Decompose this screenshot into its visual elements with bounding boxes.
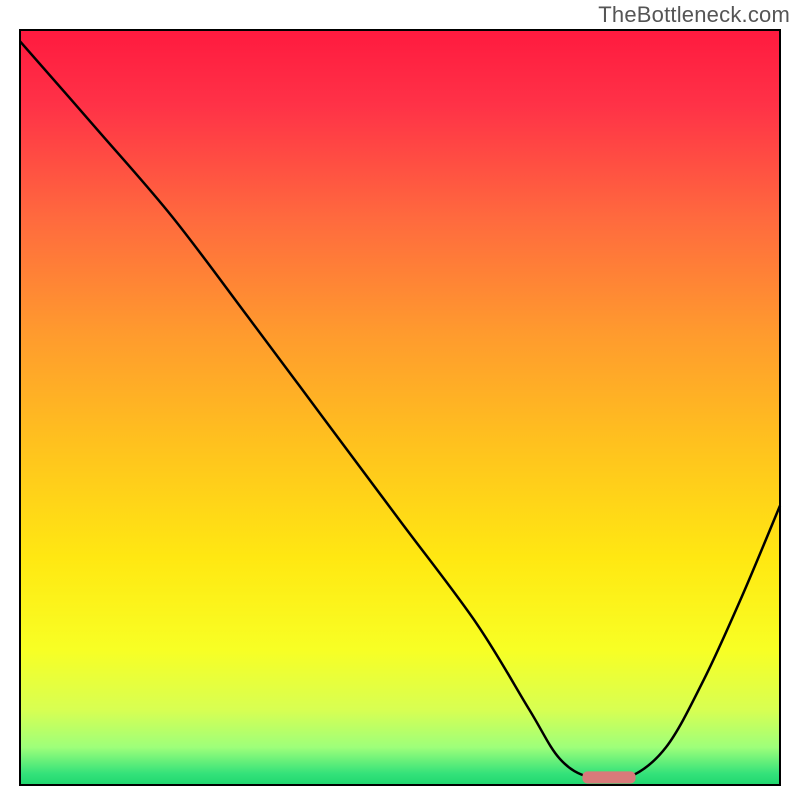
optimum-marker — [582, 771, 635, 783]
plot-background — [20, 30, 780, 785]
chart-container: TheBottleneck.com — [0, 0, 800, 800]
watermark-text: TheBottleneck.com — [598, 2, 790, 28]
chart-svg — [0, 0, 800, 800]
